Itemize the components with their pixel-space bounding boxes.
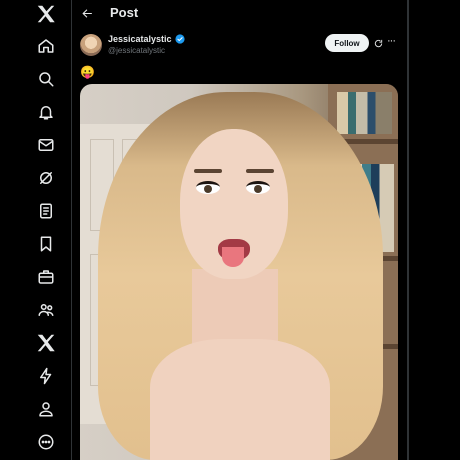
subject-face [180, 129, 288, 279]
avatar[interactable] [80, 34, 102, 56]
subject-shoulders [150, 339, 330, 460]
notifications-icon[interactable] [34, 100, 58, 124]
jobs-icon[interactable] [34, 265, 58, 289]
grok-icon[interactable] [34, 166, 58, 190]
x-logo-icon[interactable] [34, 2, 58, 26]
post-media-image[interactable] [80, 84, 398, 460]
more-options-button[interactable]: ··· [387, 35, 396, 47]
lists-icon[interactable] [34, 199, 58, 223]
search-icon[interactable] [34, 67, 58, 91]
bookmarks-icon[interactable] [34, 232, 58, 256]
messages-icon[interactable] [34, 133, 58, 157]
subject-neck [192, 269, 278, 349]
home-icon[interactable] [34, 34, 58, 58]
right-sidebar [408, 0, 460, 460]
grok-explain-icon[interactable] [372, 37, 384, 49]
communities-icon[interactable] [34, 298, 58, 322]
follow-button[interactable]: Follow [325, 34, 369, 52]
more-icon[interactable] [34, 430, 58, 454]
main-column: Post Jessicatalystic @jessicatalystic Fo… [72, 0, 408, 460]
author-name-row[interactable]: Jessicatalystic [108, 34, 185, 44]
verified-badge-icon [174, 34, 185, 44]
back-arrow-icon[interactable] [78, 4, 96, 22]
author-display-name[interactable]: Jessicatalystic [108, 34, 172, 44]
premium-icon[interactable] [34, 331, 58, 355]
page-header: Post [72, 0, 408, 26]
verified-orgs-icon[interactable] [34, 364, 58, 388]
page-title: Post [110, 5, 139, 20]
profile-icon[interactable] [34, 397, 58, 421]
sidebar-nav [0, 0, 72, 460]
tweet-text: 😛 [80, 65, 95, 79]
author-handle[interactable]: @jessicatalystic [108, 46, 165, 55]
